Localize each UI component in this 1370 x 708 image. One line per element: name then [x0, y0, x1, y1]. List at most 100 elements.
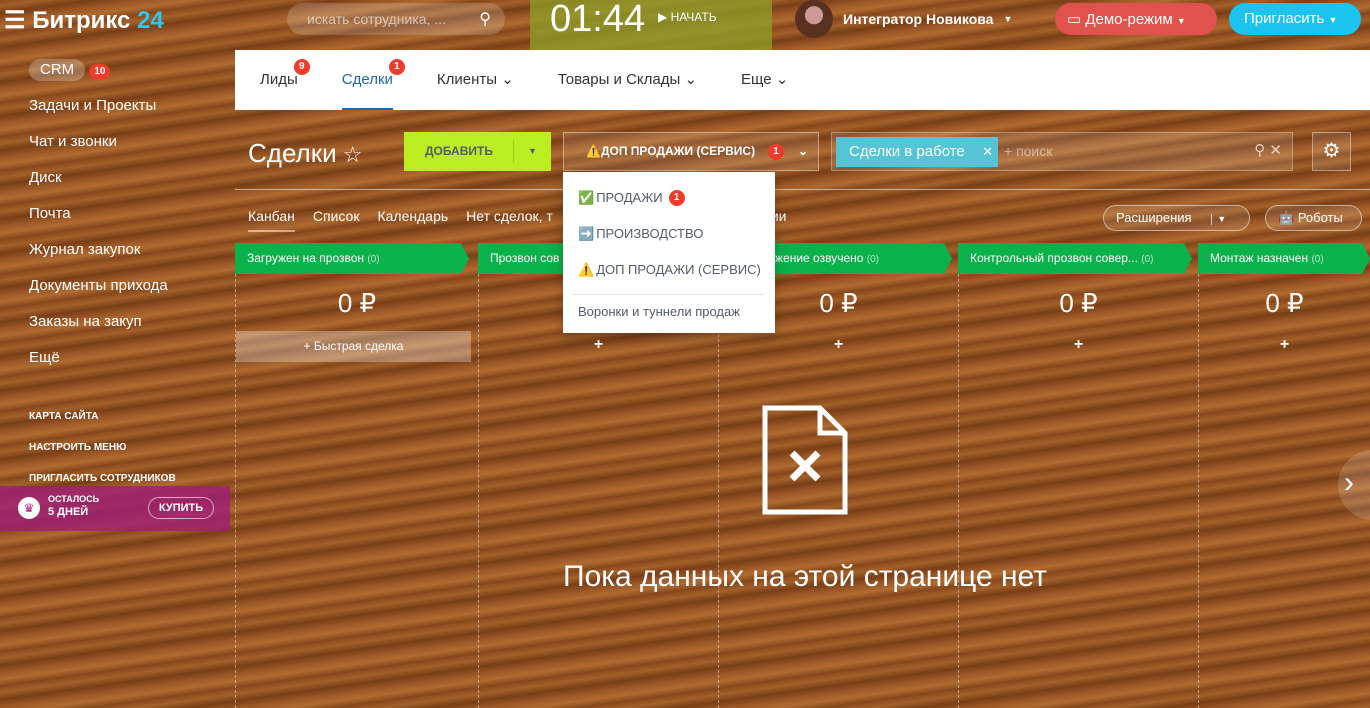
battery-icon: ▭	[1067, 11, 1086, 28]
stage-count: (0)	[1311, 254, 1324, 265]
demo-label: Демо-режим	[1085, 11, 1173, 28]
start-button[interactable]: ▶︎ НАЧАТЬ	[658, 10, 717, 24]
sidebar-item-crm[interactable]: CRM 10	[0, 52, 235, 88]
funnel-dropdown: ✅ ПРОДАЖИ 1 ➡️ ПРОИЗВОДСТВО ⚠️ ДОП ПРОДАЖИ …	[563, 172, 775, 333]
add-deal-plus-icon[interactable]: +	[1199, 336, 1370, 354]
divider	[235, 189, 1370, 190]
stage-name: Монтаж назначен	[1210, 251, 1309, 265]
logo-text: Битрикс	[32, 7, 131, 34]
sidebar-item-more[interactable]: Ещё	[0, 340, 235, 376]
sidebar-item-purchase-orders[interactable]: Заказы на закуп	[0, 304, 235, 340]
trial-days: 5 ДНЕЙ	[48, 506, 89, 518]
tab-leads[interactable]: Лиды 9	[260, 50, 310, 110]
sidebar-item-disk[interactable]: Диск	[0, 160, 235, 196]
empty-document-icon	[762, 405, 848, 515]
tab-deals[interactable]: Сделки 1	[341, 50, 405, 110]
sidebar-item-chat[interactable]: Чат и звонки	[0, 124, 235, 160]
logo[interactable]: ☰ Битрикс 24	[4, 6, 164, 35]
leads-badge: 9	[293, 59, 310, 75]
option-label: ПРОИЗВОДСТВО	[596, 226, 704, 241]
funnel-label: ⚠️ДОП ПРОДАЖИ (СЕРВИС)	[586, 144, 756, 158]
option-label: ДОП ПРОДАЖИ (СЕРВИС)	[596, 262, 761, 277]
trial-banner: ♛ ОСТАЛОСЬ 5 ДНЕЙ КУПИТЬ	[0, 486, 230, 531]
employee-search-input[interactable]: искать сотрудника, ... ⚲	[287, 3, 505, 35]
tab-clients[interactable]: Клиенты ⌄	[437, 50, 514, 110]
tab-products[interactable]: Товары и Склады ⌄	[558, 50, 697, 110]
star-icon[interactable]: ☆	[337, 142, 363, 167]
extensions-button[interactable]: Расширения │ ▼	[1103, 205, 1250, 231]
gear-icon[interactable]: ⚙	[1312, 132, 1351, 171]
configure-menu-link[interactable]: НАСТРОИТЬ МЕНЮ	[0, 432, 235, 463]
chevron-down-icon: ⌄	[797, 144, 808, 158]
add-dropdown-arrow[interactable]: ▼	[513, 140, 551, 163]
user-menu[interactable]: Интегратор Новикова ▼	[795, 0, 1012, 38]
search-icon[interactable]: ⚲	[479, 9, 491, 29]
stage-name: Загружен на прозвон	[247, 251, 365, 265]
add-button[interactable]: ДОБАВИТЬ ▼	[404, 132, 551, 171]
trial-remaining-label: ОСТАЛОСЬ	[48, 494, 100, 504]
robots-button[interactable]: 🤖 Роботы	[1265, 205, 1362, 231]
sidebar-item-tasks[interactable]: Задачи и Проекты	[0, 88, 235, 124]
hamburger-icon[interactable]: ☰	[4, 7, 32, 34]
option-badge: 1	[668, 190, 685, 206]
view-kanban[interactable]: Канбан	[248, 208, 295, 232]
work-timer[interactable]: 01:44 ▶︎ НАЧАТЬ	[530, 0, 772, 50]
crm-menu: Лиды 9 Сделки 1 Клиенты ⌄ Товары и Склады …	[235, 50, 1370, 110]
filter-placeholder: + поиск	[1004, 143, 1053, 159]
buy-button[interactable]: КУПИТЬ	[148, 497, 214, 519]
option-label: ПРОДАЖИ	[596, 190, 663, 205]
stage-sum: 0 ₽	[1059, 288, 1098, 318]
add-deal-plus-icon[interactable]: +	[959, 336, 1198, 354]
funnel-badge: 1	[768, 144, 784, 160]
crown-icon: ♛	[18, 497, 40, 519]
sidebar-item-mail[interactable]: Почта	[0, 196, 235, 232]
funnel-selector[interactable]: ⚠️ДОП ПРОДАЖИ (СЕРВИС) 1 ⌄	[563, 132, 819, 171]
view-list[interactable]: Список	[313, 208, 360, 232]
user-name: Интегратор Новикова	[843, 11, 994, 27]
filter-chip[interactable]: Сделки в работе ✕	[836, 137, 998, 167]
robot-icon: 🤖	[1278, 210, 1298, 225]
tab-more[interactable]: Еще ⌄	[741, 50, 788, 110]
chevron-down-icon: ▼	[1328, 15, 1338, 25]
kanban-column: 0 ₽ + Быстрая сделка	[235, 274, 479, 708]
sidebar-item-purchase-log[interactable]: Журнал закупок	[0, 232, 235, 268]
stage-name: жение озвучено	[775, 251, 864, 265]
sitemap-link[interactable]: КАРТА САЙТА	[0, 401, 235, 432]
stage-sum: 0 ₽	[1265, 288, 1304, 318]
demo-mode-button[interactable]: ▭ Демо-режим ▼	[1055, 3, 1217, 35]
page-title-text: Сделки	[248, 138, 337, 168]
play-icon: ▶︎	[658, 10, 671, 24]
sidebar-item-incoming-docs[interactable]: Документы прихода	[0, 268, 235, 304]
view-no-deals[interactable]: Нет сделок, т	[466, 208, 553, 232]
filter-search-input[interactable]: Сделки в работе ✕ + поиск ⚲ ✕	[831, 132, 1293, 171]
sidebar: CRM 10 Задачи и Проекты Чат и звонки Дис…	[0, 52, 235, 494]
search-clear-icons[interactable]: ⚲ ✕	[1254, 141, 1282, 159]
stage-header[interactable]: Монтаж назначен (0)	[1198, 243, 1370, 274]
stage-sum: 0 ₽	[337, 288, 377, 318]
funnel-option-upsell[interactable]: ⚠️ ДОП ПРОДАЖИ (СЕРВИС)	[563, 252, 775, 288]
avatar	[795, 0, 833, 38]
stage-count: (0)	[1141, 254, 1154, 265]
stage-count: (0)	[367, 254, 380, 265]
top-bar: ☰ Битрикс 24 искать сотрудника, ... ⚲ 01:…	[0, 0, 1370, 50]
funnel-option-production[interactable]: ➡️ ПРОИЗВОДСТВО	[563, 216, 775, 252]
view-calendar[interactable]: Календарь	[377, 208, 448, 232]
chevron-down-icon: ▼	[1176, 16, 1186, 26]
check-icon: ✅	[578, 190, 595, 205]
add-label: ДОБАВИТЬ	[425, 144, 493, 158]
add-deal-plus-icon[interactable]: +	[719, 336, 958, 354]
close-icon[interactable]: ✕	[982, 137, 993, 167]
search-placeholder: искать сотрудника, ...	[307, 11, 446, 27]
invite-button[interactable]: Пригласить ▼	[1229, 3, 1361, 35]
stage-header[interactable]: Загружен на прозвон (0)	[235, 243, 469, 274]
stage-name: Прозвон сов	[490, 251, 560, 265]
funnel-option-sales[interactable]: ✅ ПРОДАЖИ 1	[563, 180, 775, 216]
stage-header[interactable]: Контрольный прозвон совер... (0)	[958, 243, 1192, 274]
empty-state-text: Пока данных на этой странице нет	[563, 560, 1047, 593]
funnels-tunnels-link[interactable]: Воронки и туннели продаж	[563, 295, 775, 329]
add-deal-plus-icon[interactable]: +	[479, 336, 718, 354]
robots-label: Роботы	[1297, 210, 1343, 225]
deals-badge: 1	[388, 59, 405, 75]
quick-deal-button[interactable]: + Быстрая сделка	[236, 331, 471, 362]
sidebar-item-label: CRM	[29, 59, 86, 81]
